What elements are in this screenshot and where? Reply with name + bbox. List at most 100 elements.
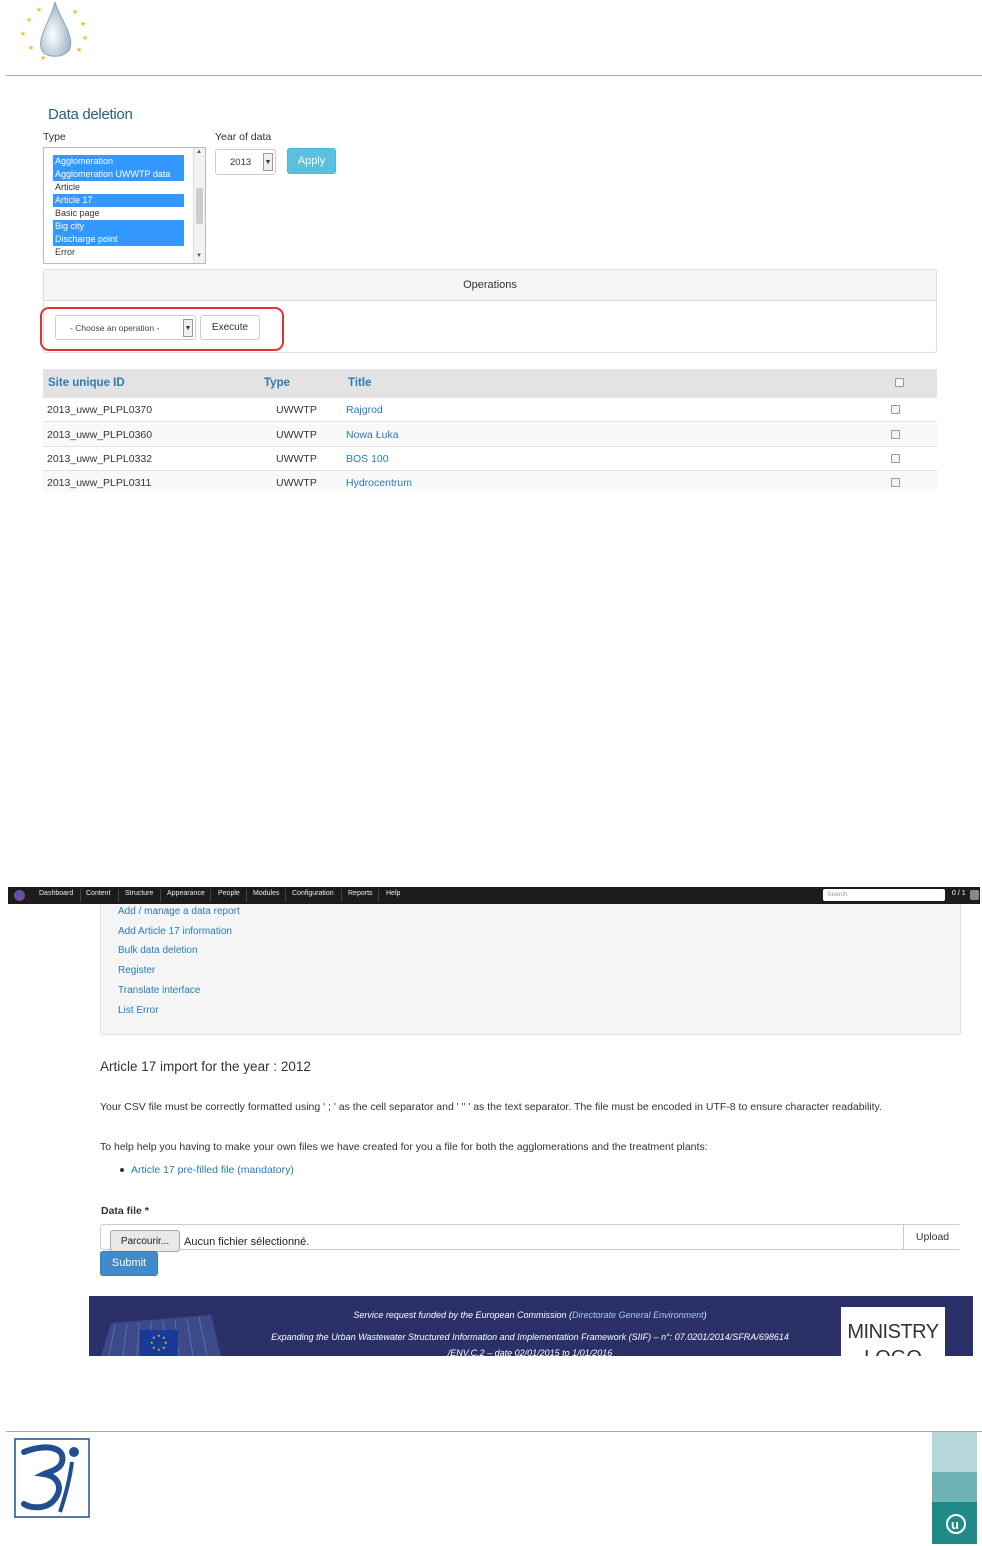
csv-instructions: Your CSV file must be correctly formatte… <box>100 1101 882 1113</box>
column-header-type[interactable]: Type <box>264 377 290 389</box>
svg-text:★: ★ <box>26 16 32 24</box>
site-id-cell: 2013_uww_PLPL0370 <box>47 404 153 416</box>
title-link[interactable]: BOS 100 <box>346 453 389 465</box>
funding-text: Service request funded by the European C… <box>353 1310 573 1320</box>
title-link[interactable]: Rajgrod <box>346 404 383 416</box>
funding-line-2: Expanding the Urban Wastewater Structure… <box>271 1332 789 1342</box>
svg-text:★: ★ <box>150 1340 154 1345</box>
row-checkbox[interactable] <box>891 430 900 439</box>
title-link[interactable]: Nowa Łuka <box>346 429 399 441</box>
link-add-article17[interactable]: Add Article 17 information <box>118 926 232 937</box>
menu-structure[interactable]: Structure <box>125 890 153 897</box>
row-checkbox[interactable] <box>891 454 900 463</box>
users-icon[interactable] <box>970 890 979 900</box>
year-select[interactable]: 2013 ▼ <box>215 149 276 175</box>
operation-select[interactable]: - Choose an operation - ▼ <box>55 315 196 340</box>
table-row: 2013_uww_PLPL0332 UWWTP BOS 100 <box>43 447 937 471</box>
header-divider <box>6 75 982 76</box>
select-all-checkbox[interactable] <box>895 378 904 387</box>
svg-text:★: ★ <box>157 1347 161 1352</box>
menu-divider <box>210 889 211 902</box>
upload-button[interactable]: Upload <box>903 1225 961 1249</box>
link-manage-data-report[interactable]: Add / manage a data report <box>118 906 240 917</box>
year-label: Year of data <box>215 131 272 143</box>
svg-text:★: ★ <box>162 1345 166 1350</box>
funding-text-end: ) <box>703 1310 707 1320</box>
table-header <box>43 369 937 398</box>
browse-button[interactable]: Parcourir... <box>110 1230 180 1252</box>
menu-people[interactable]: People <box>218 890 240 897</box>
menu-divider <box>160 889 161 902</box>
svg-text:★: ★ <box>80 20 86 28</box>
type-option[interactable]: Error <box>53 246 184 259</box>
type-option[interactable]: Agglomeration <box>53 155 184 168</box>
drupal-icon[interactable] <box>14 890 25 901</box>
no-file-status: Aucun fichier sélectionné. <box>184 1236 310 1248</box>
menu-content[interactable]: Content <box>86 890 111 897</box>
type-option[interactable]: Basic page <box>53 207 184 220</box>
actions-panel <box>100 904 961 1035</box>
type-option[interactable]: Agglomeration UWWTP data <box>53 168 184 181</box>
company-logo <box>14 1438 90 1518</box>
menu-divider <box>341 889 342 902</box>
row-checkbox[interactable] <box>891 405 900 414</box>
svg-text:★: ★ <box>76 46 82 54</box>
menu-dashboard[interactable]: Dashboard <box>39 890 73 897</box>
footer-divider <box>6 1431 982 1432</box>
type-list-scrollbar[interactable]: ▲ ▼ <box>193 148 205 263</box>
funding-line-1: Service request funded by the European C… <box>230 1310 830 1320</box>
menu-modules[interactable]: Modules <box>253 890 279 897</box>
scroll-up-icon[interactable]: ▲ <box>196 149 202 155</box>
type-cell: UWWTP <box>276 453 317 465</box>
type-cell: UWWTP <box>276 477 317 489</box>
ministry-logo-line2: LOGO <box>841 1347 945 1356</box>
menu-help[interactable]: Help <box>386 890 400 897</box>
svg-text:★: ★ <box>20 30 26 38</box>
link-register[interactable]: Register <box>118 965 155 976</box>
operations-title: Operations <box>44 270 936 301</box>
svg-text:u: u <box>951 1517 959 1532</box>
operation-placeholder: - Choose an operation - <box>70 323 160 333</box>
menu-appearance[interactable]: Appearance <box>167 890 205 897</box>
type-label: Type <box>43 131 66 143</box>
column-header-title[interactable]: Title <box>348 377 371 389</box>
menu-divider <box>118 889 119 902</box>
water-drop-logo: ★ ★ ★ ★ ★ ★ ★ ★ ★ <box>20 1 88 62</box>
ministry-logo: MINISTRY LOGO <box>841 1307 945 1356</box>
import-title: Article 17 import for the year : 2012 <box>100 1059 311 1074</box>
chevron-down-icon[interactable]: ▼ <box>263 153 273 171</box>
link-bulk-deletion[interactable]: Bulk data deletion <box>118 945 198 956</box>
page-title: Data deletion <box>48 106 133 123</box>
dg-environment-link[interactable]: Directorate General Environment <box>572 1310 704 1320</box>
admin-search-input[interactable]: Search <box>823 889 945 901</box>
data-file-label: Data file * <box>101 1205 149 1217</box>
svg-text:★: ★ <box>28 44 34 52</box>
column-header-site-id[interactable]: Site unique ID <box>48 377 125 389</box>
type-option[interactable]: Discharge point <box>53 233 184 246</box>
help-text: To help help you having to make your own… <box>100 1141 708 1153</box>
title-link[interactable]: Hydrocentrum <box>346 477 412 489</box>
eu-flag-icon: ★ ★★ ★★★ ★★ <box>140 1330 178 1356</box>
chevron-down-icon[interactable]: ▼ <box>183 319 193 337</box>
svg-text:★: ★ <box>40 54 46 62</box>
table-row: 2013_uww_PLPL0360 UWWTP Nowa Łuka <box>43 423 937 447</box>
table-row: 2013_uww_PLPL0370 UWWTP Rajgrod <box>43 398 937 422</box>
execute-button[interactable]: Execute <box>200 315 260 340</box>
scrollbar-thumb[interactable] <box>196 188 203 224</box>
type-option[interactable]: Article 17 <box>53 194 184 207</box>
row-checkbox[interactable] <box>891 478 900 487</box>
type-option[interactable]: Article <box>53 181 184 194</box>
menu-reports[interactable]: Reports <box>348 890 373 897</box>
funding-line-3: /ENV.C.2 – date 02/01/2015 to 1/01/2016 <box>447 1348 613 1358</box>
site-id-cell: 2013_uww_PLPL0311 <box>47 477 152 489</box>
bullet <box>120 1168 124 1172</box>
scroll-down-icon[interactable]: ▼ <box>196 253 202 259</box>
type-multiselect[interactable]: Agglomeration Agglomeration UWWTP data A… <box>43 147 206 264</box>
submit-button[interactable]: Submit <box>100 1251 158 1276</box>
link-list-error[interactable]: List Error <box>118 1005 159 1016</box>
prefilled-file-link[interactable]: Article 17 pre-filled file (mandatory) <box>131 1164 294 1176</box>
type-option[interactable]: Big city <box>53 220 184 233</box>
link-translate[interactable]: Translate interface <box>118 985 200 996</box>
menu-configuration[interactable]: Configuration <box>292 890 334 897</box>
apply-button[interactable]: Apply <box>287 148 336 174</box>
